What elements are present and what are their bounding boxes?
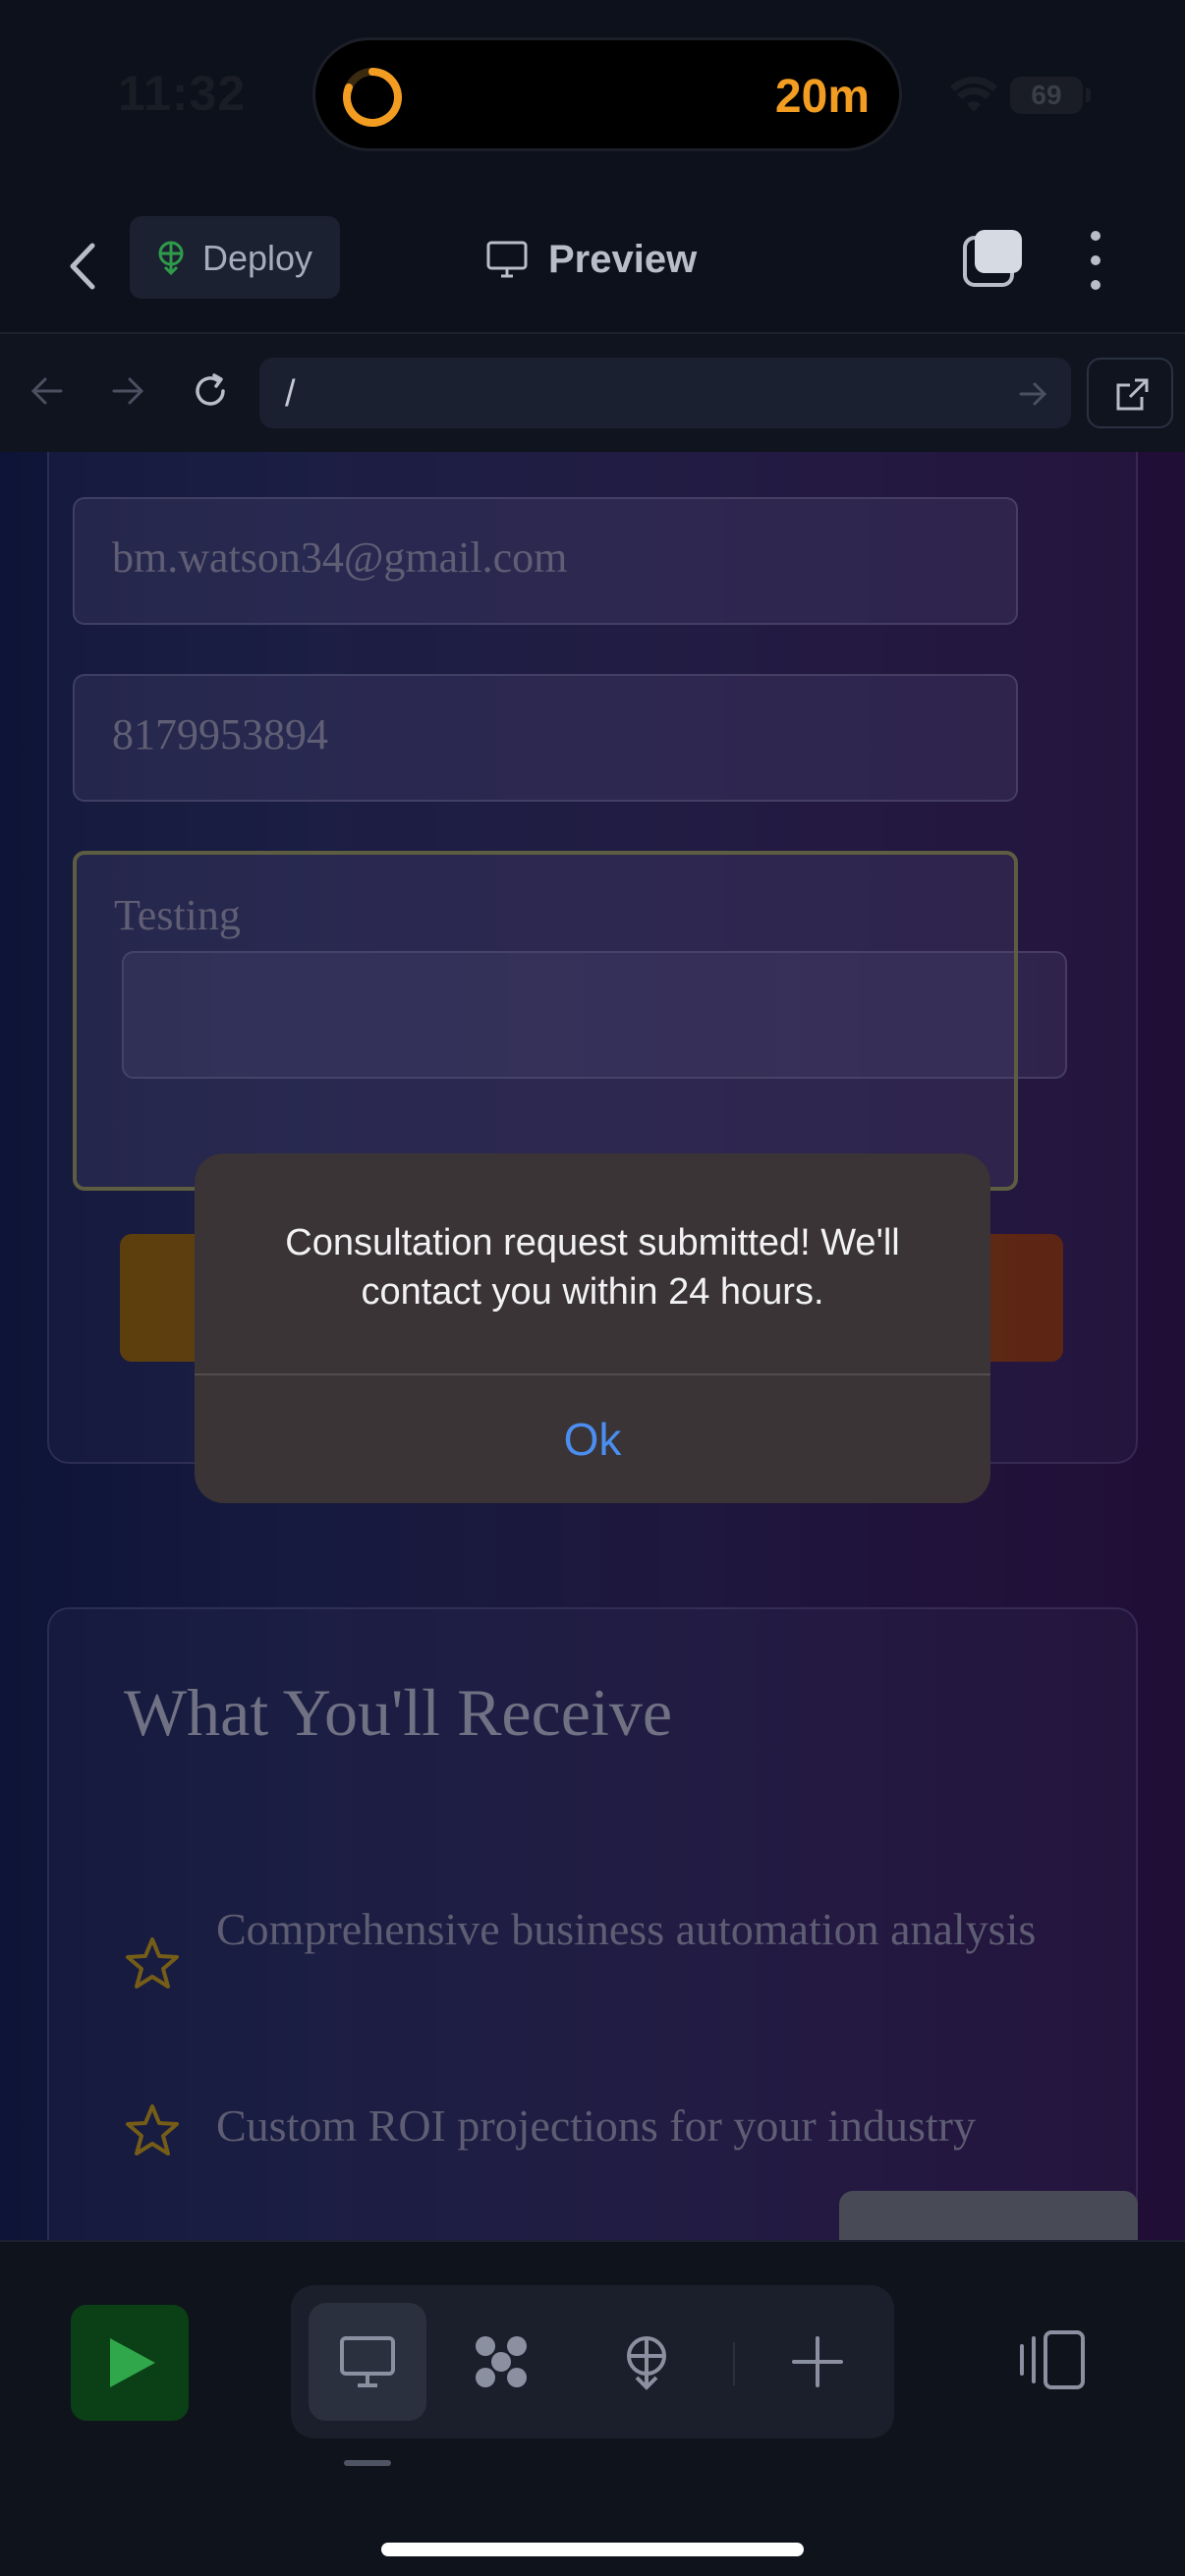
go-arrow-icon[interactable]: [1016, 377, 1049, 411]
top-navigation: Deploy Preview: [0, 196, 1185, 334]
tool-group: [291, 2285, 894, 2438]
status-bar: 11:32 20m 69: [0, 0, 1185, 196]
nodes-icon: [476, 2336, 527, 2387]
run-button[interactable]: [71, 2305, 189, 2421]
plus-icon: [792, 2336, 843, 2387]
ok-button[interactable]: Ok: [195, 1375, 990, 1503]
deploy-icon: [627, 2336, 666, 2390]
deploy-icon: [158, 241, 184, 275]
alert-message: Consultation request submitted! We'll co…: [285, 1222, 900, 1313]
arrow-left-icon[interactable]: [28, 371, 67, 411]
monitor-icon: [486, 241, 528, 278]
reload-icon[interactable]: [191, 371, 230, 411]
status-time: 11:32: [118, 66, 247, 121]
layout-toggle-icon[interactable]: [1016, 2328, 1087, 2391]
url-text: /: [285, 373, 296, 415]
workspace-tool-button[interactable]: [442, 2303, 560, 2421]
deploy-tool-button[interactable]: [588, 2303, 705, 2421]
timer-text: 20m: [774, 71, 870, 123]
dynamic-island[interactable]: 20m: [312, 37, 902, 151]
monitor-icon: [340, 2336, 395, 2387]
deploy-button[interactable]: Deploy: [130, 216, 340, 299]
back-chevron-icon[interactable]: [59, 232, 108, 301]
tabs-icon[interactable]: [961, 226, 1026, 291]
preview-tool-button[interactable]: [309, 2303, 426, 2421]
timer-icon: [343, 68, 402, 127]
battery-icon: 69: [1010, 77, 1091, 114]
open-external-button[interactable]: [1087, 358, 1173, 428]
home-indicator[interactable]: [381, 2543, 804, 2556]
drag-handle[interactable]: [344, 2460, 391, 2466]
tool-divider: [733, 2342, 735, 2385]
url-input[interactable]: /: [259, 358, 1071, 428]
external-link-icon: [1116, 378, 1149, 411]
url-bar: /: [0, 334, 1185, 452]
play-icon: [110, 2338, 155, 2387]
add-tool-button[interactable]: [759, 2303, 876, 2421]
more-vertical-icon[interactable]: [1081, 226, 1110, 295]
deploy-label: Deploy: [202, 238, 313, 278]
bottom-toolbar: [0, 2240, 1185, 2576]
arrow-right-icon[interactable]: [108, 371, 147, 411]
preview-label: Preview: [548, 238, 698, 281]
wifi-icon: [950, 77, 997, 112]
alert-dialog: Consultation request submitted! We'll co…: [195, 1153, 990, 1503]
